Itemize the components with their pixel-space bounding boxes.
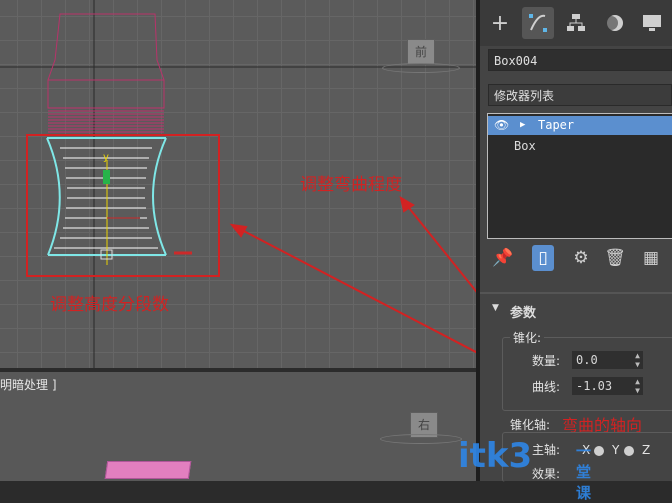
eye-icon[interactable]: 👁 (494, 116, 509, 135)
view-cube[interactable]: 前 (407, 39, 435, 65)
annotation-arrows (229, 195, 476, 354)
annotation-curvature: 调整弯曲程度 (300, 175, 402, 195)
amount-value: 0.0 (576, 353, 598, 367)
effect-axis-label: 效果: (532, 467, 561, 481)
configure-sets-icon[interactable]: ▦ (640, 245, 662, 271)
command-panel: + Box004 修改器列表 👁 ▶ Taper Box 📌 ▯ ⚙ 🗑 ▦ ▼… (480, 0, 672, 482)
view-cube-ring[interactable] (382, 63, 460, 73)
watermark-sub: 一堂课 (576, 442, 592, 502)
upper-object-wireframe (47, 13, 165, 109)
curve-spinner[interactable]: -1.03 ▲ ▼ (572, 377, 643, 395)
right-viewport[interactable]: 明暗处理 ] 右 (0, 372, 476, 481)
taper-group (502, 337, 672, 411)
stack-item-label: Box (514, 139, 536, 153)
viewport-shading-label[interactable]: 明暗处理 ] (0, 376, 57, 393)
modifier-stack[interactable]: 👁 ▶ Taper Box (487, 113, 672, 239)
delete-modifier-icon[interactable]: 🗑 (604, 245, 626, 271)
amount-label: 数量: (532, 354, 561, 368)
modifier-list-dropdown[interactable]: 修改器列表 (488, 84, 672, 106)
show-end-result-icon[interactable]: ▯ (532, 245, 554, 271)
axis-y-label: Y (612, 443, 620, 457)
primary-axis-y-radio[interactable] (624, 446, 634, 456)
taper-group-label: 锥化: (510, 329, 545, 346)
curve-label: 曲线: (532, 380, 561, 394)
spinner-arrows-icon[interactable]: ▲ ▼ (635, 377, 640, 395)
box-object-preview (104, 461, 192, 479)
stack-item-label: Taper (538, 118, 575, 132)
lower-segments (48, 107, 164, 133)
annotation-height-segments: 调整高度分段数 (50, 295, 169, 315)
front-viewport[interactable]: y 前 调整高度分段数 调整弯曲程度 (0, 0, 476, 368)
object-name-field[interactable]: Box004 (488, 49, 672, 71)
watermark-brand: itk3 (458, 436, 533, 476)
hierarchy-tab-icon[interactable] (560, 7, 592, 39)
expand-arrow-icon[interactable]: ▶ (520, 116, 525, 135)
modify-tab-icon[interactable] (522, 7, 554, 39)
divider (480, 292, 672, 294)
motion-tab-icon[interactable] (598, 7, 630, 39)
primary-axis-x-radio[interactable] (594, 446, 604, 456)
pin-stack-icon[interactable]: 📌 (492, 245, 514, 271)
spinner-arrows-icon[interactable]: ▲ ▼ (635, 351, 640, 369)
command-panel-tabs: + (480, 0, 672, 46)
collapse-arrow-icon[interactable]: ▼ (492, 303, 499, 313)
view-cube-ring-right[interactable] (380, 434, 462, 444)
watermark-logo: itk3 一堂课 (458, 436, 591, 502)
rollout-title: 参数 (510, 306, 537, 321)
make-unique-icon[interactable]: ⚙ (570, 245, 592, 271)
taper-axis-label: 锥化轴: (510, 418, 551, 432)
display-tab-icon[interactable] (636, 7, 668, 39)
axis-z-label: Z (642, 443, 651, 457)
curve-value: -1.03 (576, 379, 613, 393)
stack-item-box[interactable]: Box (488, 137, 672, 156)
amount-spinner[interactable]: 0.0 ▲ ▼ (572, 351, 643, 369)
stack-item-taper[interactable]: 👁 ▶ Taper (488, 116, 672, 135)
primary-axis-label: 主轴: (532, 443, 561, 457)
create-tab-icon[interactable]: + (484, 7, 516, 39)
parameters-rollout[interactable]: ▼ 参数 (488, 300, 672, 322)
svg-text:y: y (103, 152, 109, 163)
